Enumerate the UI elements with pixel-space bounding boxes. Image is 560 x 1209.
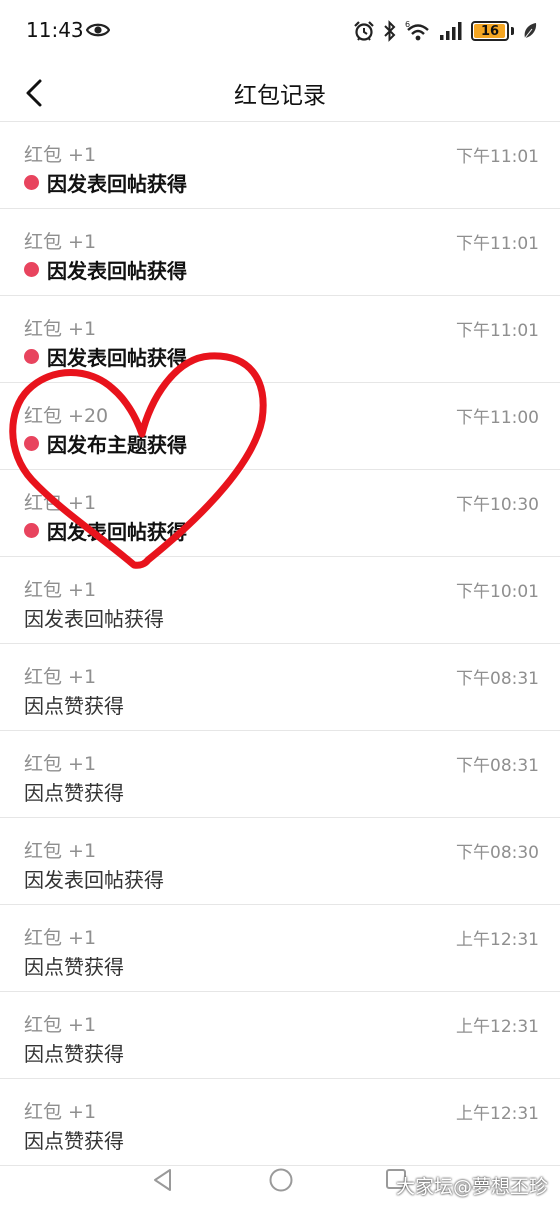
record-reason-row: 因点赞获得 bbox=[24, 1038, 124, 1067]
record-reason-row: 因发表回帖获得 bbox=[24, 603, 164, 632]
record-reason: 因发表回帖获得 bbox=[24, 868, 164, 892]
record-reason-row: 因发表回帖获得 bbox=[24, 255, 187, 284]
record-reason: 因发表回帖获得 bbox=[47, 259, 187, 283]
record-time: 下午10:30 bbox=[456, 495, 539, 515]
record-reason: 因点赞获得 bbox=[24, 781, 124, 805]
record-item[interactable]: 红包 +1 上午12:31 因点赞获得 bbox=[0, 905, 560, 992]
unread-dot-icon bbox=[24, 436, 39, 451]
page-title: 红包记录 bbox=[234, 83, 326, 109]
record-amount: 红包 +1 bbox=[24, 840, 97, 862]
record-reason-row: 因发表回帖获得 bbox=[24, 864, 164, 893]
eye-icon bbox=[86, 23, 110, 37]
record-reason-row: 因发表回帖获得 bbox=[24, 342, 187, 371]
record-amount: 红包 +20 bbox=[24, 405, 109, 427]
record-time: 下午08:31 bbox=[456, 669, 539, 689]
record-time: 下午11:00 bbox=[456, 408, 539, 428]
status-icons: 6 16 bbox=[353, 20, 538, 42]
record-list: 红包 +1 下午11:01 因发表回帖获得 红包 +1 下午11:01 因发表回帖获得 红包… bbox=[0, 122, 560, 1166]
record-item[interactable]: 红包 +1 下午08:31 因点赞获得 bbox=[0, 644, 560, 731]
unread-dot-icon bbox=[24, 349, 39, 364]
record-amount: 红包 +1 bbox=[24, 1014, 97, 1036]
status-time: 11:43 bbox=[26, 18, 84, 42]
record-reason: 因点赞获得 bbox=[24, 694, 124, 718]
record-item[interactable]: 红包 +1 下午10:01 因发表回帖获得 bbox=[0, 557, 560, 644]
record-reason: 因发表回帖获得 bbox=[47, 346, 187, 370]
record-reason-row: 因点赞获得 bbox=[24, 777, 124, 806]
record-reason-row: 因发表回帖获得 bbox=[24, 168, 187, 197]
record-reason: 因发表回帖获得 bbox=[47, 520, 187, 544]
status-bar: 11:43 6 16 bbox=[0, 0, 560, 64]
record-item[interactable]: 红包 +1 下午11:01 因发表回帖获得 bbox=[0, 209, 560, 296]
battery-cap bbox=[511, 27, 514, 35]
record-amount: 红包 +1 bbox=[24, 318, 97, 340]
record-time: 下午11:01 bbox=[456, 321, 539, 341]
record-reason: 因发表回帖获得 bbox=[24, 607, 164, 631]
battery-level: 16 bbox=[480, 23, 500, 39]
record-reason: 因发布主题获得 bbox=[47, 433, 187, 457]
record-item[interactable]: 红包 +1 下午11:01 因发表回帖获得 bbox=[0, 296, 560, 383]
svg-text:6: 6 bbox=[405, 20, 410, 29]
unread-dot-icon bbox=[24, 175, 39, 190]
record-reason-row: 因点赞获得 bbox=[24, 690, 124, 719]
record-time: 下午11:01 bbox=[456, 234, 539, 254]
battery-icon: 16 bbox=[471, 21, 509, 41]
header-bar: 红包记录 bbox=[0, 64, 560, 122]
record-item[interactable]: 红包 +1 下午11:01 因发表回帖获得 bbox=[0, 122, 560, 209]
bluetooth-icon bbox=[384, 20, 396, 42]
nav-home-circle-icon[interactable] bbox=[268, 1167, 294, 1193]
leaf-icon bbox=[524, 23, 537, 39]
record-item[interactable]: 红包 +1 下午08:31 因点赞获得 bbox=[0, 731, 560, 818]
alarm-icon bbox=[354, 21, 374, 41]
record-amount: 红包 +1 bbox=[24, 927, 97, 949]
record-reason: 因发表回帖获得 bbox=[47, 172, 187, 196]
record-time: 上午12:31 bbox=[456, 1017, 539, 1037]
record-item[interactable]: 红包 +1 上午12:31 因点赞获得 bbox=[0, 992, 560, 1079]
record-amount: 红包 +1 bbox=[24, 753, 97, 775]
record-item[interactable]: 红包 +20 下午11:00 因发布主题获得 bbox=[0, 383, 560, 470]
record-time: 下午11:01 bbox=[456, 147, 539, 167]
record-time: 下午08:30 bbox=[456, 843, 539, 863]
nav-back-triangle-icon[interactable] bbox=[150, 1167, 176, 1193]
watermark: 大家坛@夢想丕珍 bbox=[395, 1176, 548, 1198]
record-reason: 因点赞获得 bbox=[24, 955, 124, 979]
record-amount: 红包 +1 bbox=[24, 579, 97, 601]
record-item[interactable]: 红包 +1 下午08:30 因发表回帖获得 bbox=[0, 818, 560, 905]
record-amount: 红包 +1 bbox=[24, 492, 97, 514]
record-amount: 红包 +1 bbox=[24, 144, 97, 166]
unread-dot-icon bbox=[24, 523, 39, 538]
record-reason-row: 因点赞获得 bbox=[24, 951, 124, 980]
record-reason: 因点赞获得 bbox=[24, 1129, 124, 1153]
record-time: 上午12:31 bbox=[456, 930, 539, 950]
record-amount: 红包 +1 bbox=[24, 1101, 97, 1123]
record-reason-row: 因点赞获得 bbox=[24, 1125, 124, 1154]
record-item[interactable]: 红包 +1 下午10:30 因发表回帖获得 bbox=[0, 470, 560, 557]
record-time: 上午12:31 bbox=[456, 1104, 539, 1124]
unread-dot-icon bbox=[24, 262, 39, 277]
record-reason-row: 因发布主题获得 bbox=[24, 429, 187, 458]
wifi-6-icon: 6 bbox=[405, 20, 429, 41]
record-reason-row: 因发表回帖获得 bbox=[24, 516, 187, 545]
record-time: 下午10:01 bbox=[456, 582, 539, 602]
record-reason: 因点赞获得 bbox=[24, 1042, 124, 1066]
record-amount: 红包 +1 bbox=[24, 666, 97, 688]
record-time: 下午08:31 bbox=[456, 756, 539, 776]
signal-icon bbox=[440, 22, 462, 40]
record-amount: 红包 +1 bbox=[24, 231, 97, 253]
